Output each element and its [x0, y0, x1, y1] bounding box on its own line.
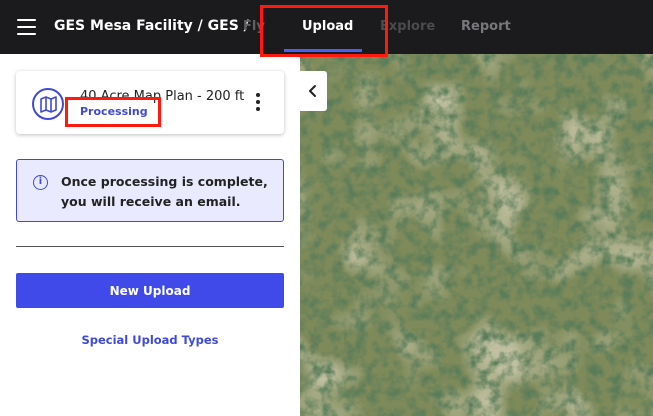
satellite-imagery — [300, 54, 653, 416]
new-upload-button[interactable]: New Upload — [16, 273, 284, 308]
breadcrumb[interactable]: GES Mesa Facility / GES / — [54, 18, 249, 34]
info-message: Once processing is complete, you will re… — [61, 174, 268, 209]
chevron-left-icon — [309, 85, 316, 97]
special-upload-types-link[interactable]: Special Upload Types — [0, 333, 300, 347]
map-icon — [32, 88, 64, 120]
hamburger-menu-icon[interactable] — [17, 19, 36, 35]
divider — [16, 246, 284, 247]
status-highlight — [65, 97, 161, 127]
collapse-panel-button[interactable] — [300, 71, 327, 111]
info-icon: i — [33, 175, 48, 190]
tab-report[interactable]: Report — [461, 19, 511, 34]
tab-explore[interactable]: Explore — [380, 19, 435, 34]
more-options-icon[interactable] — [256, 93, 260, 113]
upload-tab-highlight — [260, 5, 388, 57]
info-notice: i Once processing is complete, you will … — [16, 159, 284, 222]
satellite-map[interactable] — [300, 54, 653, 416]
